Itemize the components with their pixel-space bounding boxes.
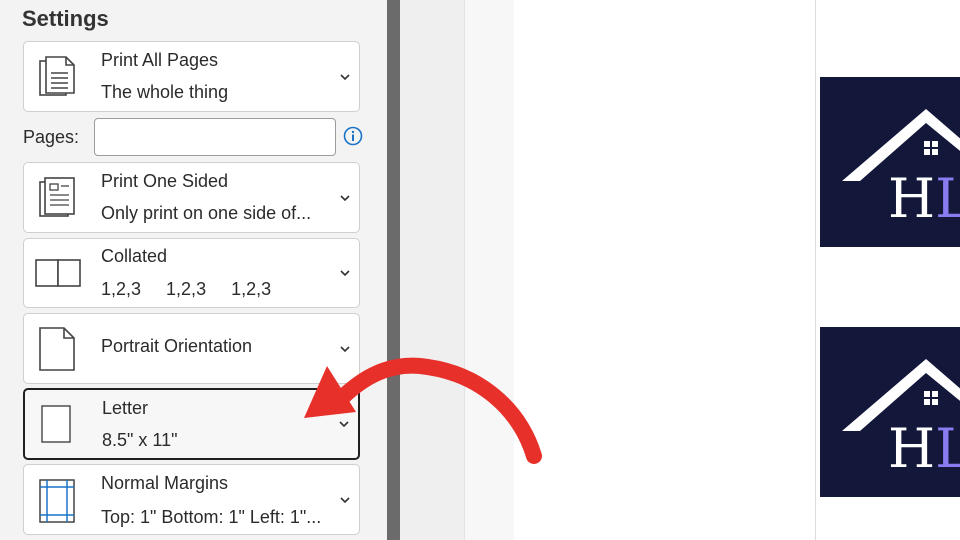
print-range-title: Print All Pages (101, 50, 219, 70)
collated-pages-icon (35, 259, 81, 287)
one-sided-document-icon (39, 176, 75, 217)
orientation-dropdown[interactable]: Portrait Orientation (23, 313, 360, 384)
print-sides-subtitle: Only print on one side of... (101, 203, 312, 223)
paper-size-title: Letter (102, 398, 149, 418)
document-stack-icon (39, 55, 75, 96)
info-icon[interactable] (343, 126, 363, 146)
print-sides-title: Print One Sided (101, 171, 229, 191)
print-range-subtitle: The whole thing (101, 82, 229, 102)
orientation-title: Portrait Orientation (101, 336, 253, 356)
chevron-down-icon (340, 496, 350, 503)
chevron-down-icon (340, 345, 350, 352)
panel-splitter[interactable] (387, 0, 400, 540)
collation-subtitle: 1,2,3 1,2,3 1,2,3 (101, 279, 272, 299)
logo-letters: HL (888, 417, 960, 480)
preview-logo: HL (820, 77, 960, 247)
collation-title: Collated (101, 246, 168, 266)
collation-dropdown[interactable]: Collated 1,2,3 1,2,3 1,2,3 (23, 238, 360, 308)
print-sides-dropdown[interactable]: Print One Sided Only print on one side o… (23, 162, 360, 233)
margins-dropdown[interactable]: Normal Margins Top: 1" Bottom: 1" Left: … (23, 464, 360, 535)
preview-page-divider (815, 0, 816, 540)
print-range-dropdown[interactable]: Print All Pages The whole thing (23, 41, 360, 112)
logo-letters: HL (888, 167, 960, 230)
paper-page-icon (41, 405, 71, 443)
chevron-down-icon (340, 73, 350, 80)
print-settings-panel: Settings Print All Pages The whole thing… (0, 0, 387, 540)
margins-title: Normal Margins (101, 473, 229, 493)
settings-heading: Settings (22, 6, 109, 31)
paper-size-subtitle: 8.5" x 11" (102, 430, 178, 450)
margins-subtitle: Top: 1" Bottom: 1" Left: 1"... (101, 507, 322, 527)
chevron-down-icon (339, 421, 349, 428)
preview-page-margin (464, 0, 515, 540)
pages-label: Pages: (23, 127, 80, 147)
chevron-down-icon (340, 270, 350, 277)
pages-input[interactable] (94, 118, 336, 156)
chevron-down-icon (340, 194, 350, 201)
portrait-page-icon (39, 326, 75, 371)
preview-logo: HL (820, 327, 960, 497)
margins-icon (39, 478, 75, 523)
paper-size-dropdown[interactable]: Letter 8.5" x 11" (23, 388, 360, 460)
